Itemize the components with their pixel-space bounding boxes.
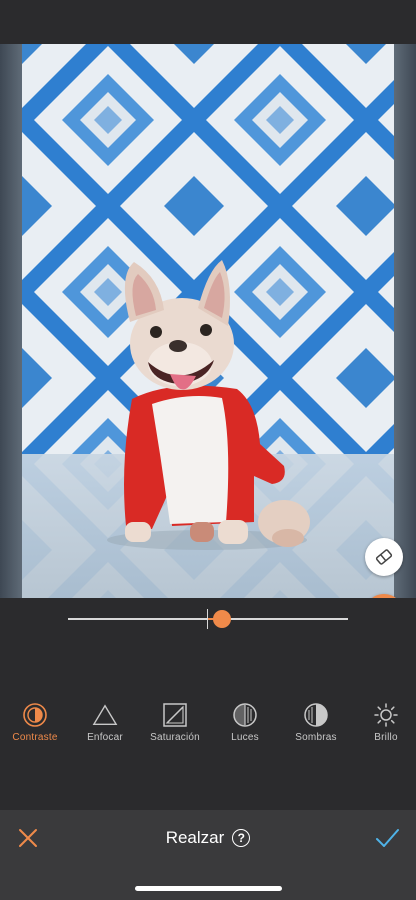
triangle-icon — [92, 704, 118, 725]
bottom-title-group: Realzar ? — [0, 824, 416, 852]
slider-center-mark — [207, 609, 208, 629]
eraser-icon — [375, 549, 393, 565]
intensity-slider[interactable] — [68, 608, 348, 630]
home-indicator — [135, 886, 282, 891]
tool-label: Contraste — [12, 732, 58, 743]
eraser-button[interactable] — [365, 538, 403, 576]
confirm-button[interactable] — [374, 826, 400, 850]
tool-label: Luces — [231, 732, 259, 743]
photo-blur-left — [0, 44, 22, 598]
contrast-icon — [23, 703, 47, 727]
top-status-area — [0, 0, 416, 44]
saturation-icon — [163, 703, 187, 727]
tool-sombras[interactable]: Sombras — [281, 702, 351, 746]
tool-brillo[interactable]: Brillo — [351, 702, 416, 746]
sun-icon — [374, 703, 398, 727]
tool-label: Brillo — [374, 732, 398, 743]
slider-thumb[interactable] — [213, 610, 231, 628]
dog-photo-image — [22, 44, 394, 598]
checkmark-icon — [376, 829, 399, 847]
tool-label: Enfocar — [87, 732, 123, 743]
screen-title: Realzar — [165, 828, 225, 847]
shadows-icon — [304, 703, 328, 727]
tool-contraste[interactable]: Contraste — [0, 702, 70, 746]
edited-photo — [22, 44, 394, 598]
adjustment-panel: Contraste Enfocar Saturación Luces Sombr… — [0, 598, 416, 810]
tool-bar: Contraste Enfocar Saturación Luces Sombr… — [0, 702, 416, 746]
photo-canvas[interactable] — [0, 44, 416, 598]
photo-blur-right — [394, 44, 416, 598]
tool-enfocar[interactable]: Enfocar — [70, 702, 140, 746]
tool-label: Saturación — [150, 732, 200, 743]
highlights-icon — [233, 703, 257, 727]
tool-label: Sombras — [295, 732, 337, 743]
tool-saturacion[interactable]: Saturación — [140, 702, 210, 746]
help-button[interactable]: ? — [232, 829, 251, 847]
bottom-bar: Realzar ? — [0, 810, 416, 900]
tool-luces[interactable]: Luces — [210, 702, 280, 746]
